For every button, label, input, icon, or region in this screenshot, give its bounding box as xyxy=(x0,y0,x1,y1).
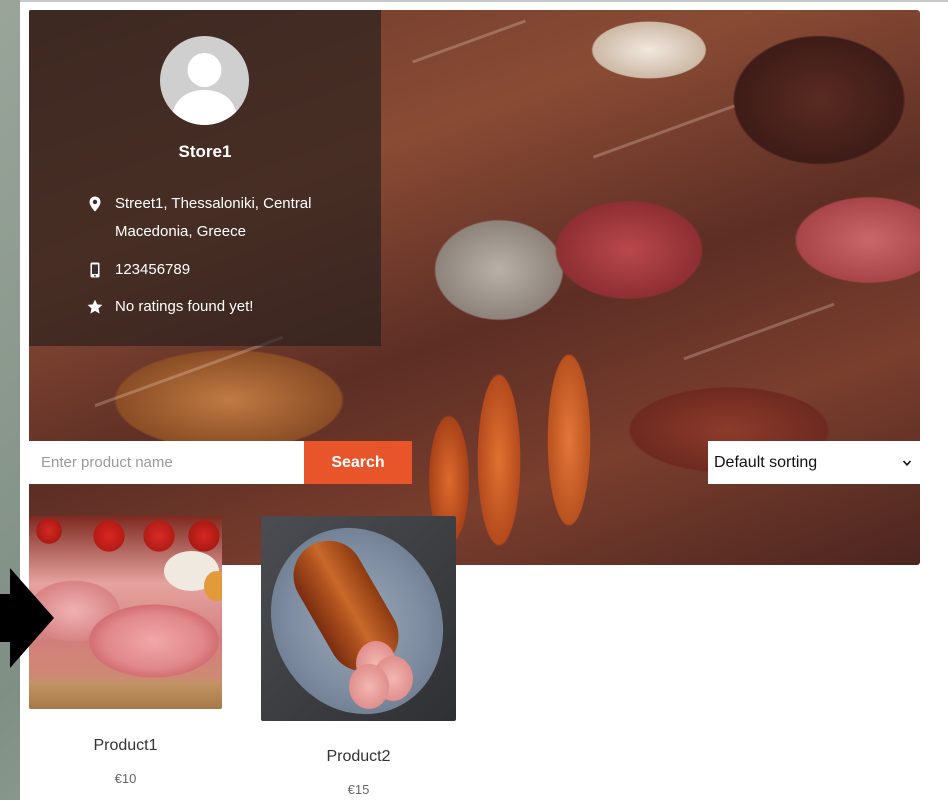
product-price-2: €15 xyxy=(347,782,370,797)
sorting-select[interactable]: Default sorting xyxy=(708,441,920,484)
search-button[interactable]: Search xyxy=(304,441,412,484)
mobile-phone-icon xyxy=(90,262,100,278)
chevron-down-icon xyxy=(902,459,912,466)
top-border xyxy=(20,0,948,2)
star-icon xyxy=(87,299,103,314)
address-line-2: Macedonia, Greece xyxy=(115,223,246,240)
address-line-1: Street1, Thessaloniki, Central xyxy=(115,195,312,212)
product-image-1[interactable] xyxy=(29,516,222,709)
arrow-right-icon xyxy=(0,568,54,668)
product-name-1[interactable]: Product1 xyxy=(29,737,222,755)
user-avatar-icon xyxy=(160,36,249,125)
product-name-2[interactable]: Product2 xyxy=(261,748,456,766)
sorting-selected-value: Default sorting xyxy=(714,453,818,471)
phone-number: 123456789 xyxy=(115,261,191,278)
product-search-input[interactable] xyxy=(29,441,304,484)
map-pin-icon xyxy=(89,196,101,212)
product-price-1: €10 xyxy=(114,771,137,786)
product-image-2[interactable] xyxy=(261,516,456,721)
rating-text: No ratings found yet! xyxy=(115,298,254,315)
store-info-panel: Store1 Street1, Thessaloniki, Central Ma… xyxy=(29,10,381,346)
store-name: Store1 xyxy=(178,142,232,161)
